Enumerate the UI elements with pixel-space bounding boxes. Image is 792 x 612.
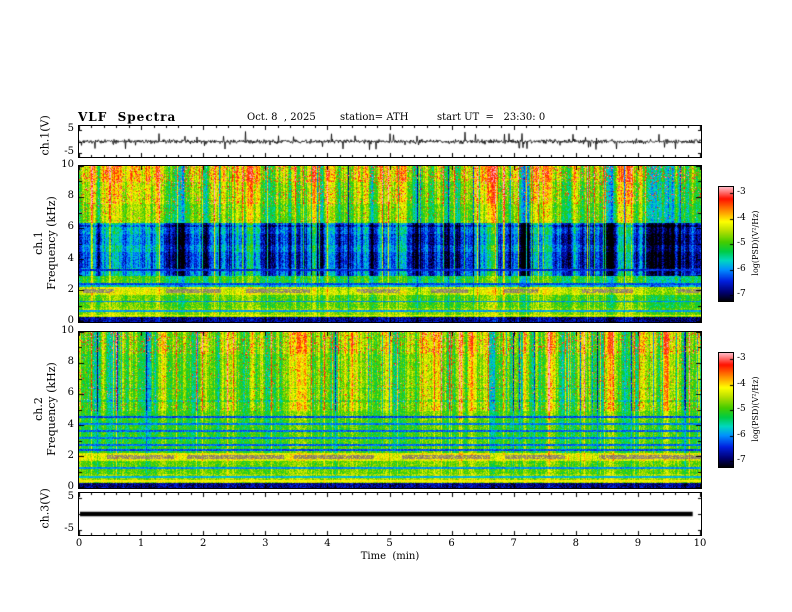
time-tick-label: 7 — [510, 538, 517, 549]
colorbar1-tick-label: -3 — [737, 187, 746, 197]
volt-tick-label-wave1: 5 — [67, 122, 74, 134]
time-tick-label: 5 — [386, 538, 393, 549]
ch1-waveform-canvas — [78, 125, 702, 158]
time-tick-label: 0 — [75, 538, 83, 549]
freq-tick-label-spec2: 8 — [67, 356, 74, 368]
title-start-ut: start UT = 23:30: 0 — [437, 112, 546, 123]
colorbar1-tick-label: -6 — [737, 263, 746, 274]
ch2-spectrogram-canvas — [78, 331, 702, 489]
volt-tick-label-wave3: -5 — [64, 523, 74, 535]
vlf-spectra-figure: VLF Spectra Oct. 8 , 2025 station= ATH s… — [0, 0, 792, 612]
page-title: VLF Spectra — [78, 110, 177, 124]
freq-tick-label-spec1: 2 — [67, 283, 74, 295]
time-tick-label: 3 — [262, 538, 269, 549]
colorbar2-label: log(PSD)(V²/Hz) — [751, 376, 760, 442]
freq-tick-label-spec1: 4 — [67, 252, 74, 264]
colorbar1-tick-label: -5 — [737, 238, 746, 248]
title-date: Oct. 8 , 2025 — [247, 112, 316, 123]
title-station: station= ATH — [340, 112, 409, 123]
freq-tick-label-spec2: 2 — [67, 449, 74, 461]
freq-tick-label-spec1: 8 — [67, 190, 74, 202]
freq-tick-label-spec1: 6 — [67, 221, 74, 233]
freq-axis-label: Frequency (kHz) — [45, 196, 58, 290]
time-tick-label: 8 — [572, 538, 579, 549]
colorbar-ch1 — [718, 186, 734, 302]
time-tick-label: 2 — [200, 538, 207, 549]
ch1-label: ch.1 — [32, 231, 45, 255]
colorbar1-tick-label: -7 — [737, 289, 746, 299]
time-axis-label: Time (min) — [360, 551, 420, 562]
ch1-spectrogram-ylabel: ch.1 Frequency (kHz) — [32, 165, 58, 321]
ch1-spectrogram-canvas — [78, 165, 702, 323]
ch2-spectrogram-ylabel: ch.2 Frequency (kHz) — [32, 331, 58, 487]
time-tick-label: 1 — [137, 538, 145, 549]
time-tick-label: 4 — [324, 538, 331, 549]
freq-tick-label-spec2: 4 — [67, 418, 74, 430]
colorbar2-tick-label: -7 — [737, 455, 746, 465]
volt-tick-label-wave1: -5 — [64, 146, 74, 158]
colorbar2-tick-label: -3 — [737, 353, 746, 363]
time-tick-label: 6 — [448, 538, 455, 549]
volt-tick-label-wave3: 5 — [67, 490, 74, 502]
freq-axis-label-2: Frequency (kHz) — [45, 362, 58, 456]
colorbar1-label: log(PSD)(V²/Hz) — [751, 210, 760, 276]
time-tick-label: 9 — [634, 538, 642, 549]
freq-tick-label-spec2: 10 — [61, 325, 74, 336]
freq-tick-label-spec2: 6 — [67, 387, 74, 399]
ch3-waveform-canvas — [78, 492, 702, 536]
colorbar1-tick-label: -4 — [737, 212, 746, 223]
freq-tick-label-spec1: 10 — [61, 159, 74, 170]
colorbar2-tick-label: -5 — [737, 404, 746, 414]
colorbar-ch2 — [718, 352, 734, 468]
time-tick-label: 10 — [693, 538, 707, 549]
colorbar2-tick-label: -6 — [737, 429, 746, 440]
colorbar2-tick-label: -4 — [737, 378, 746, 389]
ch2-label: ch.2 — [32, 397, 45, 421]
